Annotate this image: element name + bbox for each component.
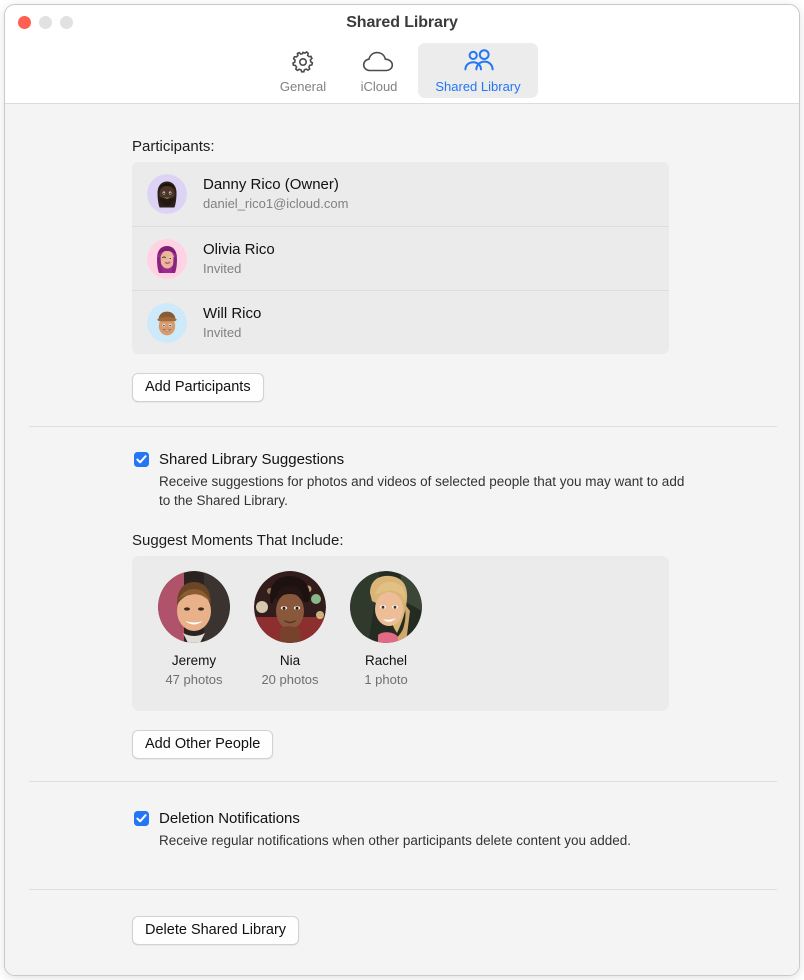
- divider: [29, 781, 777, 782]
- delete-shared-library-button[interactable]: Delete Shared Library: [132, 916, 300, 945]
- shared-library-suggestions-checkbox[interactable]: [134, 452, 149, 467]
- participant-status: Invited: [203, 324, 242, 340]
- shared-library-suggestions-label: Shared Library Suggestions: [159, 451, 345, 468]
- deletion-notifications-checkbox[interactable]: [134, 811, 149, 826]
- page-title: Shared Library: [346, 14, 458, 31]
- title-bar: Shared Library General iCloud Shared Lib…: [5, 5, 799, 104]
- participant-name: Will Rico: [203, 304, 262, 322]
- suggested-people-strip: Jeremy 47 photos Nia 20 photos Rachel 1 …: [132, 556, 669, 687]
- toolbar: General iCloud Shared Library: [5, 43, 799, 98]
- participant-text: Will Rico Invited: [203, 305, 261, 341]
- suggested-person-count: 47 photos: [165, 672, 223, 687]
- suggested-person[interactable]: Rachel 1 photo: [346, 571, 426, 687]
- participant-text: Danny Rico (Owner) daniel_rico1@icloud.c…: [203, 176, 348, 212]
- suggested-person-count: 20 photos: [261, 672, 319, 687]
- tab-general-label: General: [279, 79, 327, 94]
- participant-status: daniel_rico1@icloud.com: [203, 196, 349, 211]
- shared-library-suggestions-row: Shared Library Suggestions Receive sugge…: [134, 450, 689, 510]
- tab-shared-library[interactable]: Shared Library: [418, 43, 538, 98]
- shared-library-suggestions-header: Shared Library Suggestions: [134, 450, 689, 469]
- participant-status: Invited: [203, 260, 242, 276]
- photo-jeremy: [158, 571, 230, 643]
- suggested-person[interactable]: Nia 20 photos: [250, 571, 330, 687]
- avatar-will: [147, 302, 187, 343]
- tab-icloud[interactable]: iCloud: [342, 43, 416, 98]
- avatar-danny: [147, 174, 187, 214]
- participants-label: Participants:: [132, 138, 215, 155]
- tab-shared-library-label: Shared Library: [435, 79, 521, 94]
- photo-rachel: [350, 571, 422, 643]
- suggested-person-name: Jeremy: [171, 653, 217, 668]
- suggested-person-name: Nia: [279, 653, 301, 668]
- participants-list: Danny Rico (Owner) daniel_rico1@icloud.c…: [132, 162, 669, 354]
- deletion-notifications-header: Deletion Notifications: [134, 809, 631, 828]
- participant-name: Danny Rico (Owner): [203, 176, 339, 193]
- participant-row[interactable]: Olivia Rico Invited: [132, 226, 669, 290]
- suggested-people-box: Jeremy 47 photos Nia 20 photos Rachel 1 …: [132, 556, 669, 711]
- cloud-icon: [362, 48, 396, 76]
- deletion-notifications-row: Deletion Notifications Receive regular n…: [134, 809, 631, 850]
- suggested-person-name: Rachel: [364, 653, 408, 668]
- preferences-window: Shared Library General iCloud Shared Lib…: [4, 4, 800, 976]
- participant-row[interactable]: Danny Rico (Owner) daniel_rico1@icloud.c…: [132, 162, 669, 226]
- photo-nia: [254, 571, 326, 643]
- tab-icloud-label: iCloud: [360, 79, 398, 94]
- suggested-person-count: 1 photo: [364, 672, 408, 687]
- participant-row[interactable]: Will Rico Invited: [132, 290, 669, 354]
- suggested-person[interactable]: Jeremy 47 photos: [154, 571, 234, 687]
- tab-general[interactable]: General: [266, 43, 340, 98]
- deletion-notifications-description: Receive regular notifications when other…: [159, 833, 632, 848]
- people-icon: [461, 48, 495, 76]
- shared-library-suggestions-description: Receive suggestions for photos and video…: [159, 474, 685, 508]
- divider: [29, 426, 777, 427]
- suggest-moments-label: Suggest Moments That Include:: [132, 532, 344, 549]
- participant-text: Olivia Rico Invited: [203, 241, 275, 277]
- avatar-olivia: [147, 238, 187, 279]
- gear-icon: [290, 48, 316, 76]
- content-area: Participants: Danny Rico (Owner) daniel_…: [5, 104, 799, 975]
- add-other-people-button[interactable]: Add Other People: [132, 730, 274, 759]
- deletion-notifications-label: Deletion Notifications: [159, 810, 300, 827]
- divider: [29, 889, 777, 890]
- add-participants-button[interactable]: Add Participants: [132, 373, 264, 402]
- participant-name: Olivia Rico: [203, 240, 275, 258]
